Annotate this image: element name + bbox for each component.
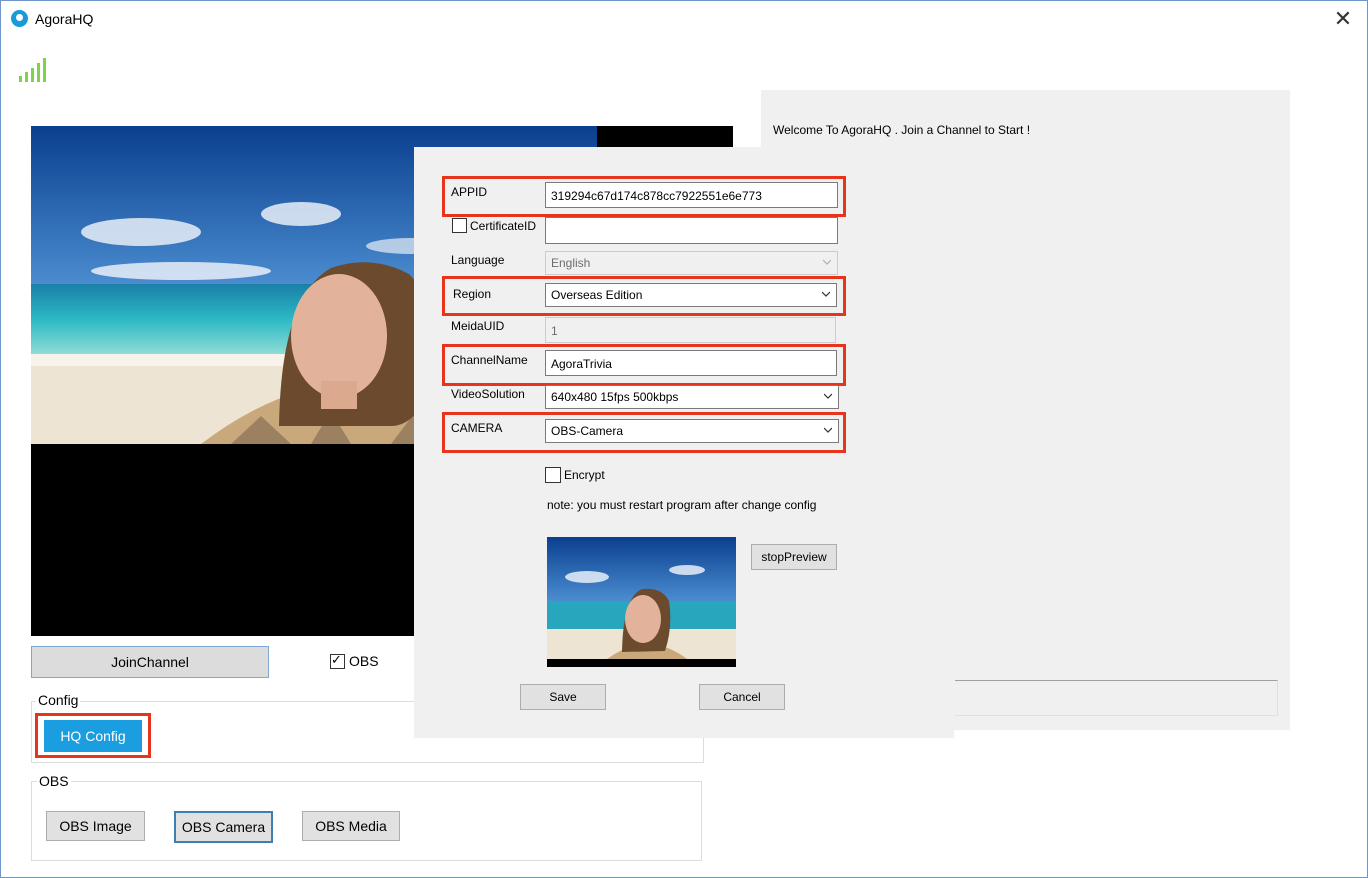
appid-input[interactable]: 319294c67d174c878cc7922551e6e773: [545, 182, 838, 208]
cancel-button[interactable]: Cancel: [699, 684, 785, 710]
encrypt-label: Encrypt: [564, 468, 605, 482]
camera-value: OBS-Camera: [551, 424, 624, 438]
camera-label: CAMERA: [451, 421, 503, 435]
camera-preview: [547, 537, 736, 667]
region-select[interactable]: Overseas Edition: [545, 283, 837, 307]
obs-checkbox[interactable]: [330, 652, 345, 669]
stop-preview-button[interactable]: stopPreview: [751, 544, 837, 570]
restart-note: note: you must restart program after cha…: [547, 498, 817, 512]
welcome-message: Welcome To AgoraHQ . Join a Channel to S…: [773, 123, 1031, 137]
videosolution-value: 640x480 15fps 500kbps: [551, 390, 679, 404]
certificate-input[interactable]: [545, 217, 838, 244]
signal-bars-icon: [19, 58, 49, 82]
encrypt-checkbox[interactable]: [545, 467, 561, 483]
chevron-down-icon: [824, 393, 832, 399]
camera-preview-image: [547, 537, 736, 667]
message-input-area[interactable]: [955, 680, 1278, 716]
config-group-title: Config: [36, 692, 81, 708]
appid-label: APPID: [451, 185, 488, 199]
chevron-down-icon: [823, 259, 831, 265]
obs-image-button[interactable]: OBS Image: [46, 811, 145, 841]
mediauid-label: MeidaUID: [451, 319, 505, 333]
language-select[interactable]: English: [545, 251, 838, 275]
window-title: AgoraHQ: [35, 11, 94, 27]
close-button[interactable]: ✕: [1330, 6, 1356, 32]
region-value: Overseas Edition: [551, 288, 643, 302]
channelname-label: ChannelName: [451, 353, 528, 367]
language-value: English: [551, 256, 591, 270]
chevron-down-icon: [822, 291, 830, 297]
channelname-input[interactable]: AgoraTrivia: [545, 350, 837, 376]
chevron-down-icon: [824, 427, 832, 433]
camera-select[interactable]: OBS-Camera: [545, 419, 839, 443]
videosolution-label: VideoSolution: [451, 387, 525, 401]
hq-config-button[interactable]: HQ Config: [44, 720, 142, 752]
language-label: Language: [451, 253, 505, 267]
join-channel-button[interactable]: JoinChannel: [31, 646, 269, 678]
agora-eye-icon: [11, 10, 28, 27]
obs-media-button[interactable]: OBS Media: [302, 811, 400, 841]
region-label: Region: [453, 287, 492, 301]
certificate-checkbox[interactable]: [452, 218, 467, 233]
mediauid-input[interactable]: 1: [545, 317, 836, 343]
save-button[interactable]: Save: [520, 684, 606, 710]
certificate-label: CertificateID: [470, 219, 537, 233]
title-bar: AgoraHQ ✕: [0, 0, 1368, 38]
videosolution-select[interactable]: 640x480 15fps 500kbps: [545, 385, 839, 409]
obs-group-title: OBS: [37, 773, 71, 789]
obs-camera-button[interactable]: OBS Camera: [174, 811, 273, 843]
obs-checkbox-label: OBS: [349, 653, 379, 669]
